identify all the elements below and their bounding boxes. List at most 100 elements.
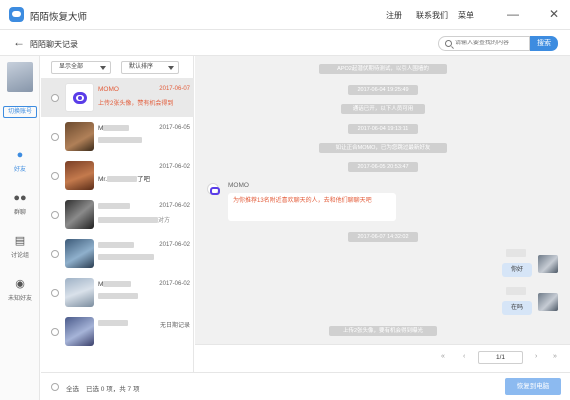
sort-dropdown[interactable]: 默认排序 [121, 61, 179, 74]
sub-header: ← 陌陌聊天记录 搜索 [0, 30, 570, 56]
minimize-button[interactable]: — [506, 7, 520, 21]
contact-name: MOMO [98, 86, 119, 93]
last-page-button[interactable]: » [553, 353, 557, 360]
system-message: APO2起潜伏期待测试，以引人围墙的 [319, 64, 447, 74]
list-item[interactable]: Mr. 了吧 2017-06-02 [41, 156, 194, 195]
contact-date: 2017-06-02 [159, 203, 190, 209]
contact-date: 无日期记录 [159, 323, 190, 329]
contact-name [98, 203, 130, 210]
contact-date: 2017-06-07 [159, 86, 190, 92]
list-item[interactable]: MOMO 2017-06-07 上传2张头像，赞有机会得到 [41, 78, 194, 117]
discussion-icon: ▤ [14, 235, 26, 247]
contact-name: M [98, 125, 130, 132]
system-timestamp: 2017-06-07 14:32:02 [348, 232, 418, 242]
message-bubble: 为你推荐13名附近喜欢聊天的人，去和他们聊聊天吧 [228, 193, 396, 221]
register-link[interactable]: 注册 [386, 10, 402, 21]
select-radio[interactable] [51, 328, 59, 336]
list-item[interactable]: 2017-06-02 对方 [41, 195, 194, 234]
select-radio[interactable] [51, 289, 59, 297]
close-button[interactable]: ✕ [547, 7, 561, 21]
selected-count: 已选 0 项，共 7 项 [86, 386, 140, 393]
search-input[interactable] [455, 40, 527, 46]
sidebar-item-label: 未知好友 [7, 296, 32, 302]
contact-date: 2017-06-02 [159, 164, 190, 170]
system-message: 如让正合MOMO，已为您跳过最新好友 [319, 143, 447, 153]
sidebar-item-label: 好友 [13, 167, 26, 173]
contact-us-link[interactable]: 联系我们 [416, 10, 448, 21]
page-indicator[interactable]: 1/1 [478, 351, 523, 364]
recover-to-computer-button[interactable]: 恢复到电脑 [505, 378, 561, 395]
chat-pane: APO2起潜伏期待测试，以引人围墙的 2017-06-04 19:25:49 通… [195, 56, 570, 344]
sidebar-item-label: 讨论组 [10, 253, 29, 259]
pagination: « ‹ 1/1 › » [195, 344, 570, 372]
select-radio[interactable] [51, 94, 59, 102]
contact-date: 2017-06-02 [159, 281, 190, 287]
contact-preview: 对方 [98, 215, 191, 224]
title-bar: 陌陌恢复大师 注册 联系我们 菜单 — ✕ [0, 0, 570, 30]
contact-preview [98, 293, 191, 300]
show-filter-dropdown[interactable]: 显示全部 [51, 61, 111, 74]
avatar [65, 200, 94, 229]
select-radio[interactable] [51, 250, 59, 258]
contact-preview [98, 137, 191, 144]
first-page-button[interactable]: « [441, 353, 445, 360]
app-title: 陌陌恢复大师 [30, 12, 88, 23]
select-all-label[interactable]: 全选 [66, 383, 79, 393]
list-item[interactable]: M 2017-06-02 [41, 273, 194, 312]
contact-preview: 上传2张头像，赞有机会得到 [98, 101, 174, 107]
footer-bar: 全选 已选 0 项，共 7 项 恢复到电脑 [41, 372, 570, 400]
contact-name [98, 320, 128, 327]
account-avatar [7, 62, 33, 92]
search-icon [445, 40, 452, 47]
avatar [538, 293, 558, 311]
system-timestamp: 2017-06-05 20:53:47 [348, 162, 418, 172]
page-title: 陌陌聊天记录 [30, 40, 78, 49]
avatar [538, 255, 558, 273]
app-logo-icon [9, 7, 24, 22]
contact-preview [98, 254, 191, 261]
avatar [65, 122, 94, 151]
system-timestamp: 2017-06-04 19:13:11 [348, 124, 418, 134]
system-message: 上传2张头像，要有机会得到曝光 [329, 326, 437, 336]
sender-name: MOMO [228, 182, 249, 189]
avatar [65, 317, 94, 346]
sidebar-item-friends[interactable]: ● 好友 [0, 148, 40, 184]
contact-name [98, 242, 134, 249]
outgoing-message: 你好 [498, 249, 558, 279]
next-page-button[interactable]: › [535, 353, 537, 360]
list-item[interactable]: 无日期记录 [41, 312, 194, 351]
contact-name: M [98, 281, 132, 288]
contact-list-pane: 显示全部 默认排序 MOMO 2017-06-07 上传2张头像，赞有机会得到 … [41, 56, 194, 372]
contact-date: 2017-06-02 [159, 242, 190, 248]
switch-account-button[interactable]: 切换账号 [3, 106, 37, 118]
list-item[interactable]: M 2017-06-05 [41, 117, 194, 156]
contact-date: 2017-06-05 [159, 125, 190, 131]
momo-avatar-icon [207, 183, 220, 195]
menu-link[interactable]: 菜单 [458, 10, 474, 21]
message-bubble: 在吗 [502, 301, 532, 315]
show-filter-label: 显示全部 [59, 64, 84, 70]
search-box[interactable] [438, 36, 530, 51]
select-all-radio[interactable] [51, 383, 59, 391]
select-radio[interactable] [51, 172, 59, 180]
group-icon: ●● [13, 192, 27, 204]
avatar [65, 83, 94, 112]
avatar [65, 278, 94, 307]
select-radio[interactable] [51, 211, 59, 219]
chevron-down-icon [100, 66, 106, 70]
list-item[interactable]: 2017-06-02 [41, 234, 194, 273]
back-arrow-icon[interactable]: ← [13, 36, 25, 48]
prev-page-button[interactable]: ‹ [463, 353, 465, 360]
system-message: 通话已开，以下人员可用 [341, 104, 425, 114]
sidebar-item-discussion[interactable]: ▤ 讨论组 [0, 234, 40, 270]
unknown-friend-icon: ◉ [15, 278, 25, 290]
system-timestamp: 2017-06-04 19:25:49 [348, 85, 418, 95]
select-radio[interactable] [51, 133, 59, 141]
sidebar-item-groups[interactable]: ●● 群聊 [0, 191, 40, 227]
sidebar-item-unknown-friends[interactable]: ◉ 未知好友 [0, 277, 40, 313]
sidebar: 切换账号 ● 好友 ●● 群聊 ▤ 讨论组 ◉ 未知好友 [0, 56, 40, 400]
sort-label: 默认排序 [129, 64, 154, 70]
search-button[interactable]: 搜索 [530, 36, 558, 51]
chevron-down-icon [168, 66, 174, 70]
outgoing-message: 在吗 [498, 287, 558, 317]
